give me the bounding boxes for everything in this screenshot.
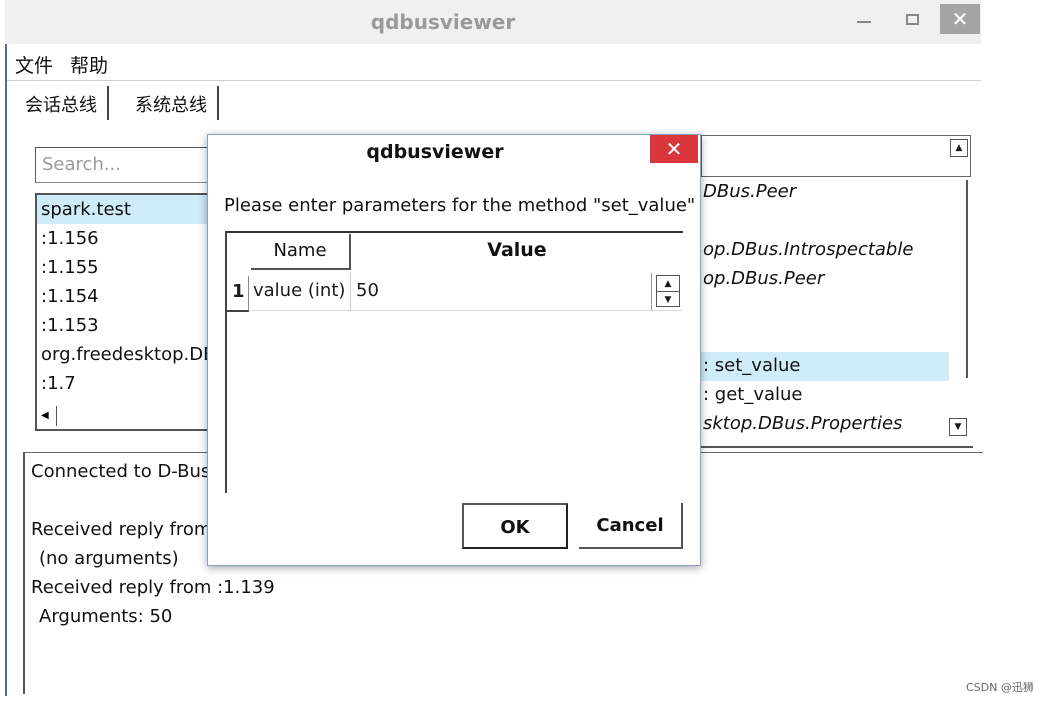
service-item[interactable]: :1.155	[37, 253, 215, 282]
tab-session-bus[interactable]: 会话总线	[15, 86, 109, 120]
tree-item[interactable]: op.DBus.Peer	[701, 265, 949, 294]
menu-file[interactable]: 文件	[15, 51, 53, 78]
tab-system-bus[interactable]: 系统总线	[125, 86, 219, 120]
service-item[interactable]: :1.7	[37, 369, 215, 398]
service-list[interactable]: spark.test :1.156 :1.155 :1.154 :1.153 o…	[35, 193, 215, 431]
menu-help[interactable]: 帮助	[70, 51, 108, 78]
spin-up-arrow-icon[interactable]: ▲	[656, 275, 680, 291]
cancel-button[interactable]: Cancel	[579, 503, 683, 549]
close-window-button[interactable]: ✕	[940, 4, 980, 34]
tree-item[interactable]: sktop.DBus.Properties	[701, 410, 949, 439]
spin-down-arrow-icon[interactable]: ▼	[656, 291, 680, 307]
dialog-prompt: Please enter parameters for the method "…	[224, 195, 696, 216]
service-item-selected[interactable]: spark.test	[37, 195, 215, 224]
tree-item-method[interactable]: : get_value	[701, 381, 949, 410]
dialog-close-button[interactable]: ✕	[650, 135, 698, 163]
scroll-down-arrow-icon[interactable]: ▼	[949, 418, 967, 436]
dialog-title: qdbusviewer	[366, 141, 504, 163]
service-item[interactable]: :1.156	[37, 224, 215, 253]
scroll-up-arrow-icon[interactable]: ▲	[950, 139, 968, 157]
window-title: qdbusviewer	[370, 10, 516, 34]
menu-bar: 文件 帮助	[7, 47, 981, 81]
value-spinbox[interactable]: ▲ ▼	[651, 273, 683, 310]
title-bar: qdbusviewer ✕	[5, 0, 981, 44]
log-line: Received reply from :1.139	[31, 577, 275, 598]
maximize-button[interactable]	[893, 4, 931, 34]
column-header-name[interactable]: Name	[251, 234, 351, 270]
scroll-left-arrow-icon[interactable]: ◀	[41, 406, 57, 426]
service-search-input[interactable]: Search...	[35, 147, 215, 183]
tree-item[interactable]: DBus.Peer	[701, 178, 949, 207]
close-icon: ✕	[665, 137, 683, 161]
service-item[interactable]: :1.154	[37, 282, 215, 311]
bus-tab-bar: 会话总线 系统总线	[7, 84, 981, 122]
parameter-table: Name Value 1 value (int) 50 ▲ ▼	[225, 231, 683, 493]
tree-item[interactable]: op.DBus.Introspectable	[701, 236, 949, 265]
close-icon: ✕	[951, 7, 969, 31]
interface-tree-header: ▲	[701, 135, 971, 177]
tree-scrollbar-track	[966, 180, 968, 378]
parameter-dialog: qdbusviewer ✕ Please enter parameters fo…	[207, 134, 701, 566]
window-frame-edge	[5, 44, 7, 696]
service-item[interactable]: :1.153	[37, 311, 215, 340]
row-header: 1	[227, 276, 249, 312]
param-value-text[interactable]: 50	[356, 280, 379, 301]
watermark: CSDN @迅狮	[966, 681, 1034, 694]
maximize-icon	[905, 13, 919, 25]
minimize-icon	[857, 21, 871, 23]
param-name-cell: value (int)	[249, 273, 351, 311]
log-line: Arguments: 50	[39, 606, 173, 627]
minimize-button[interactable]	[845, 4, 883, 34]
ok-button[interactable]: OK	[462, 503, 568, 549]
interface-tree[interactable]: DBus.Peer op.DBus.Introspectable op.DBus…	[701, 178, 973, 448]
service-item[interactable]: org.freedesktop.DB	[37, 340, 215, 369]
column-header-value[interactable]: Value	[351, 234, 683, 270]
tree-item-selected-method[interactable]: : set_value	[701, 352, 949, 381]
param-value-cell[interactable]: 50 ▲ ▼	[351, 273, 683, 311]
